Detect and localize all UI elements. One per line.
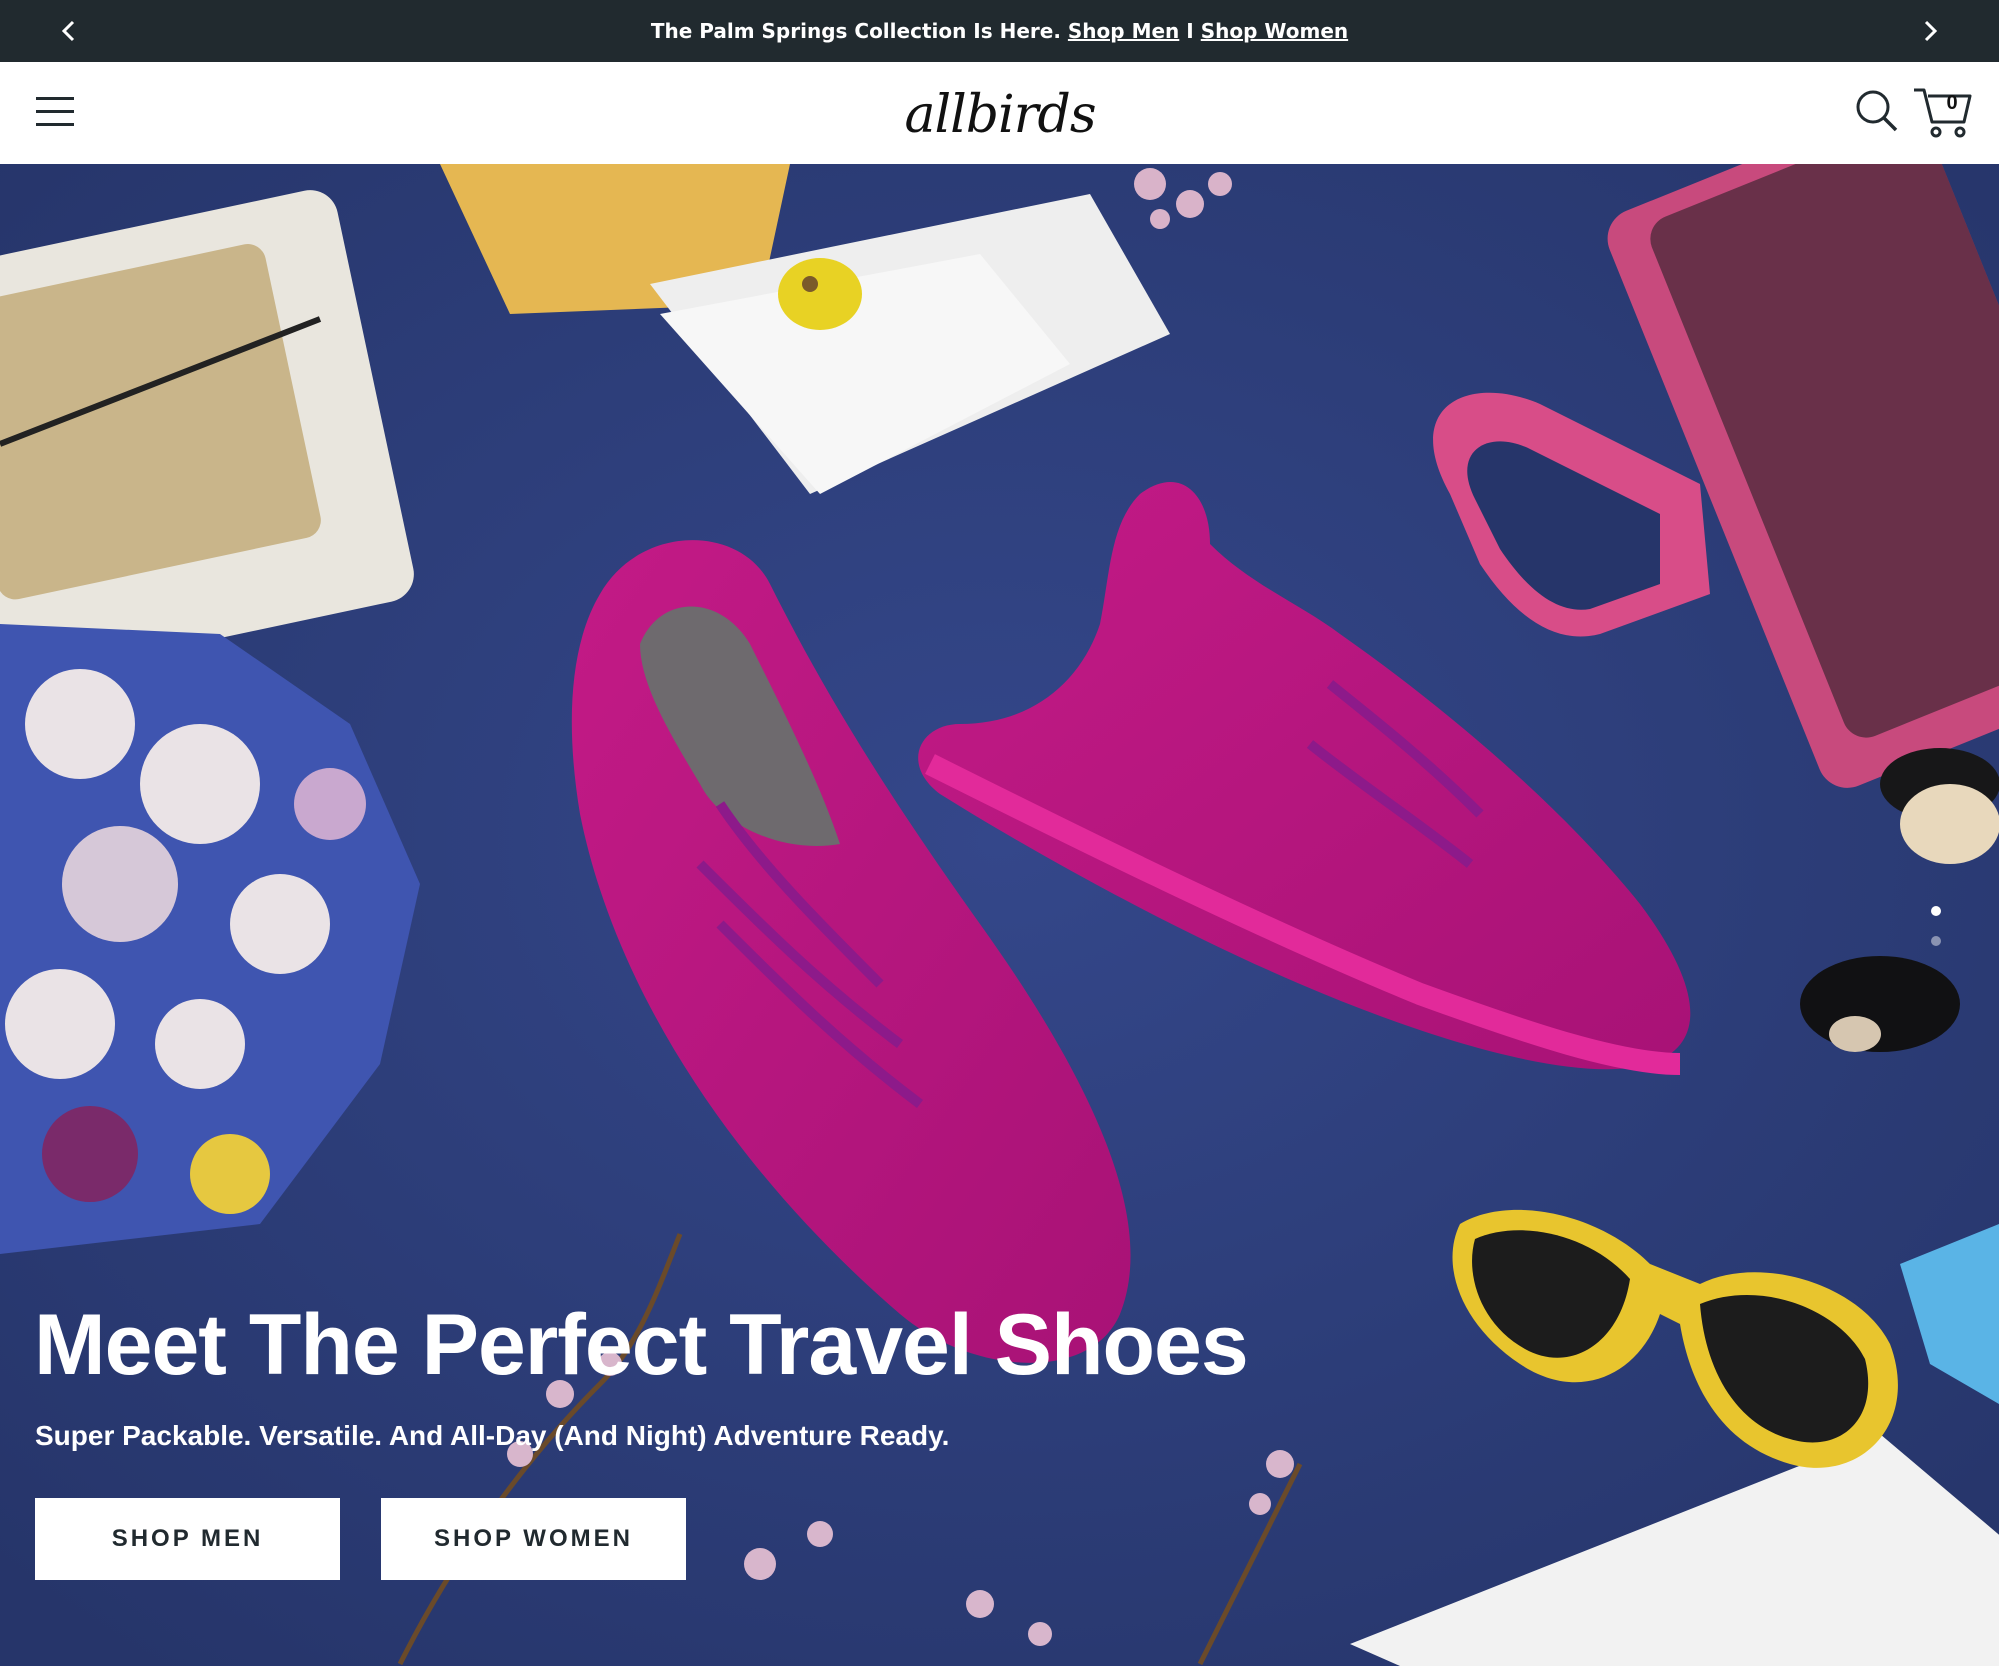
carousel-indicators — [1931, 906, 1943, 946]
carousel-dot-1[interactable] — [1931, 906, 1941, 916]
announcement-shop-men-link[interactable]: Shop Men — [1068, 19, 1179, 43]
announcement-shop-women-link[interactable]: Shop Women — [1201, 19, 1348, 43]
announcement-bar: The Palm Springs Collection Is Here. Sho… — [0, 0, 1999, 62]
shop-men-button[interactable]: SHOP MEN — [35, 1498, 340, 1580]
allbirds-logo[interactable]: allbirds — [905, 80, 1097, 150]
chevron-right-icon — [1924, 20, 1938, 42]
menu-button[interactable] — [34, 92, 76, 132]
announcement-next-button[interactable] — [1913, 14, 1947, 48]
hamburger-menu-icon — [36, 97, 74, 126]
announcement-separator: I — [1186, 19, 1194, 43]
cart-button[interactable]: 0 — [1912, 84, 1974, 140]
announcement-text: The Palm Springs Collection Is Here. — [650, 19, 1061, 43]
search-icon — [1856, 90, 1898, 132]
hero-banner: Meet The Perfect Travel Shoes Super Pack… — [0, 164, 1999, 1666]
carousel-dot-2[interactable] — [1931, 936, 1941, 946]
announcement-prev-button[interactable] — [52, 14, 86, 48]
yellow-figurine — [778, 258, 862, 330]
hero-subtitle: Super Packable. Versatile. And All-Day (… — [35, 1420, 950, 1451]
chevron-left-icon — [61, 20, 75, 42]
cart-count-badge: 0 — [1946, 92, 1958, 114]
site-header: allbirds 0 — [0, 62, 1999, 164]
search-button[interactable] — [1854, 88, 1900, 134]
shop-women-button[interactable]: SHOP WOMEN — [381, 1498, 686, 1580]
hero-title: Meet The Perfect Travel Shoes — [34, 1297, 1249, 1393]
